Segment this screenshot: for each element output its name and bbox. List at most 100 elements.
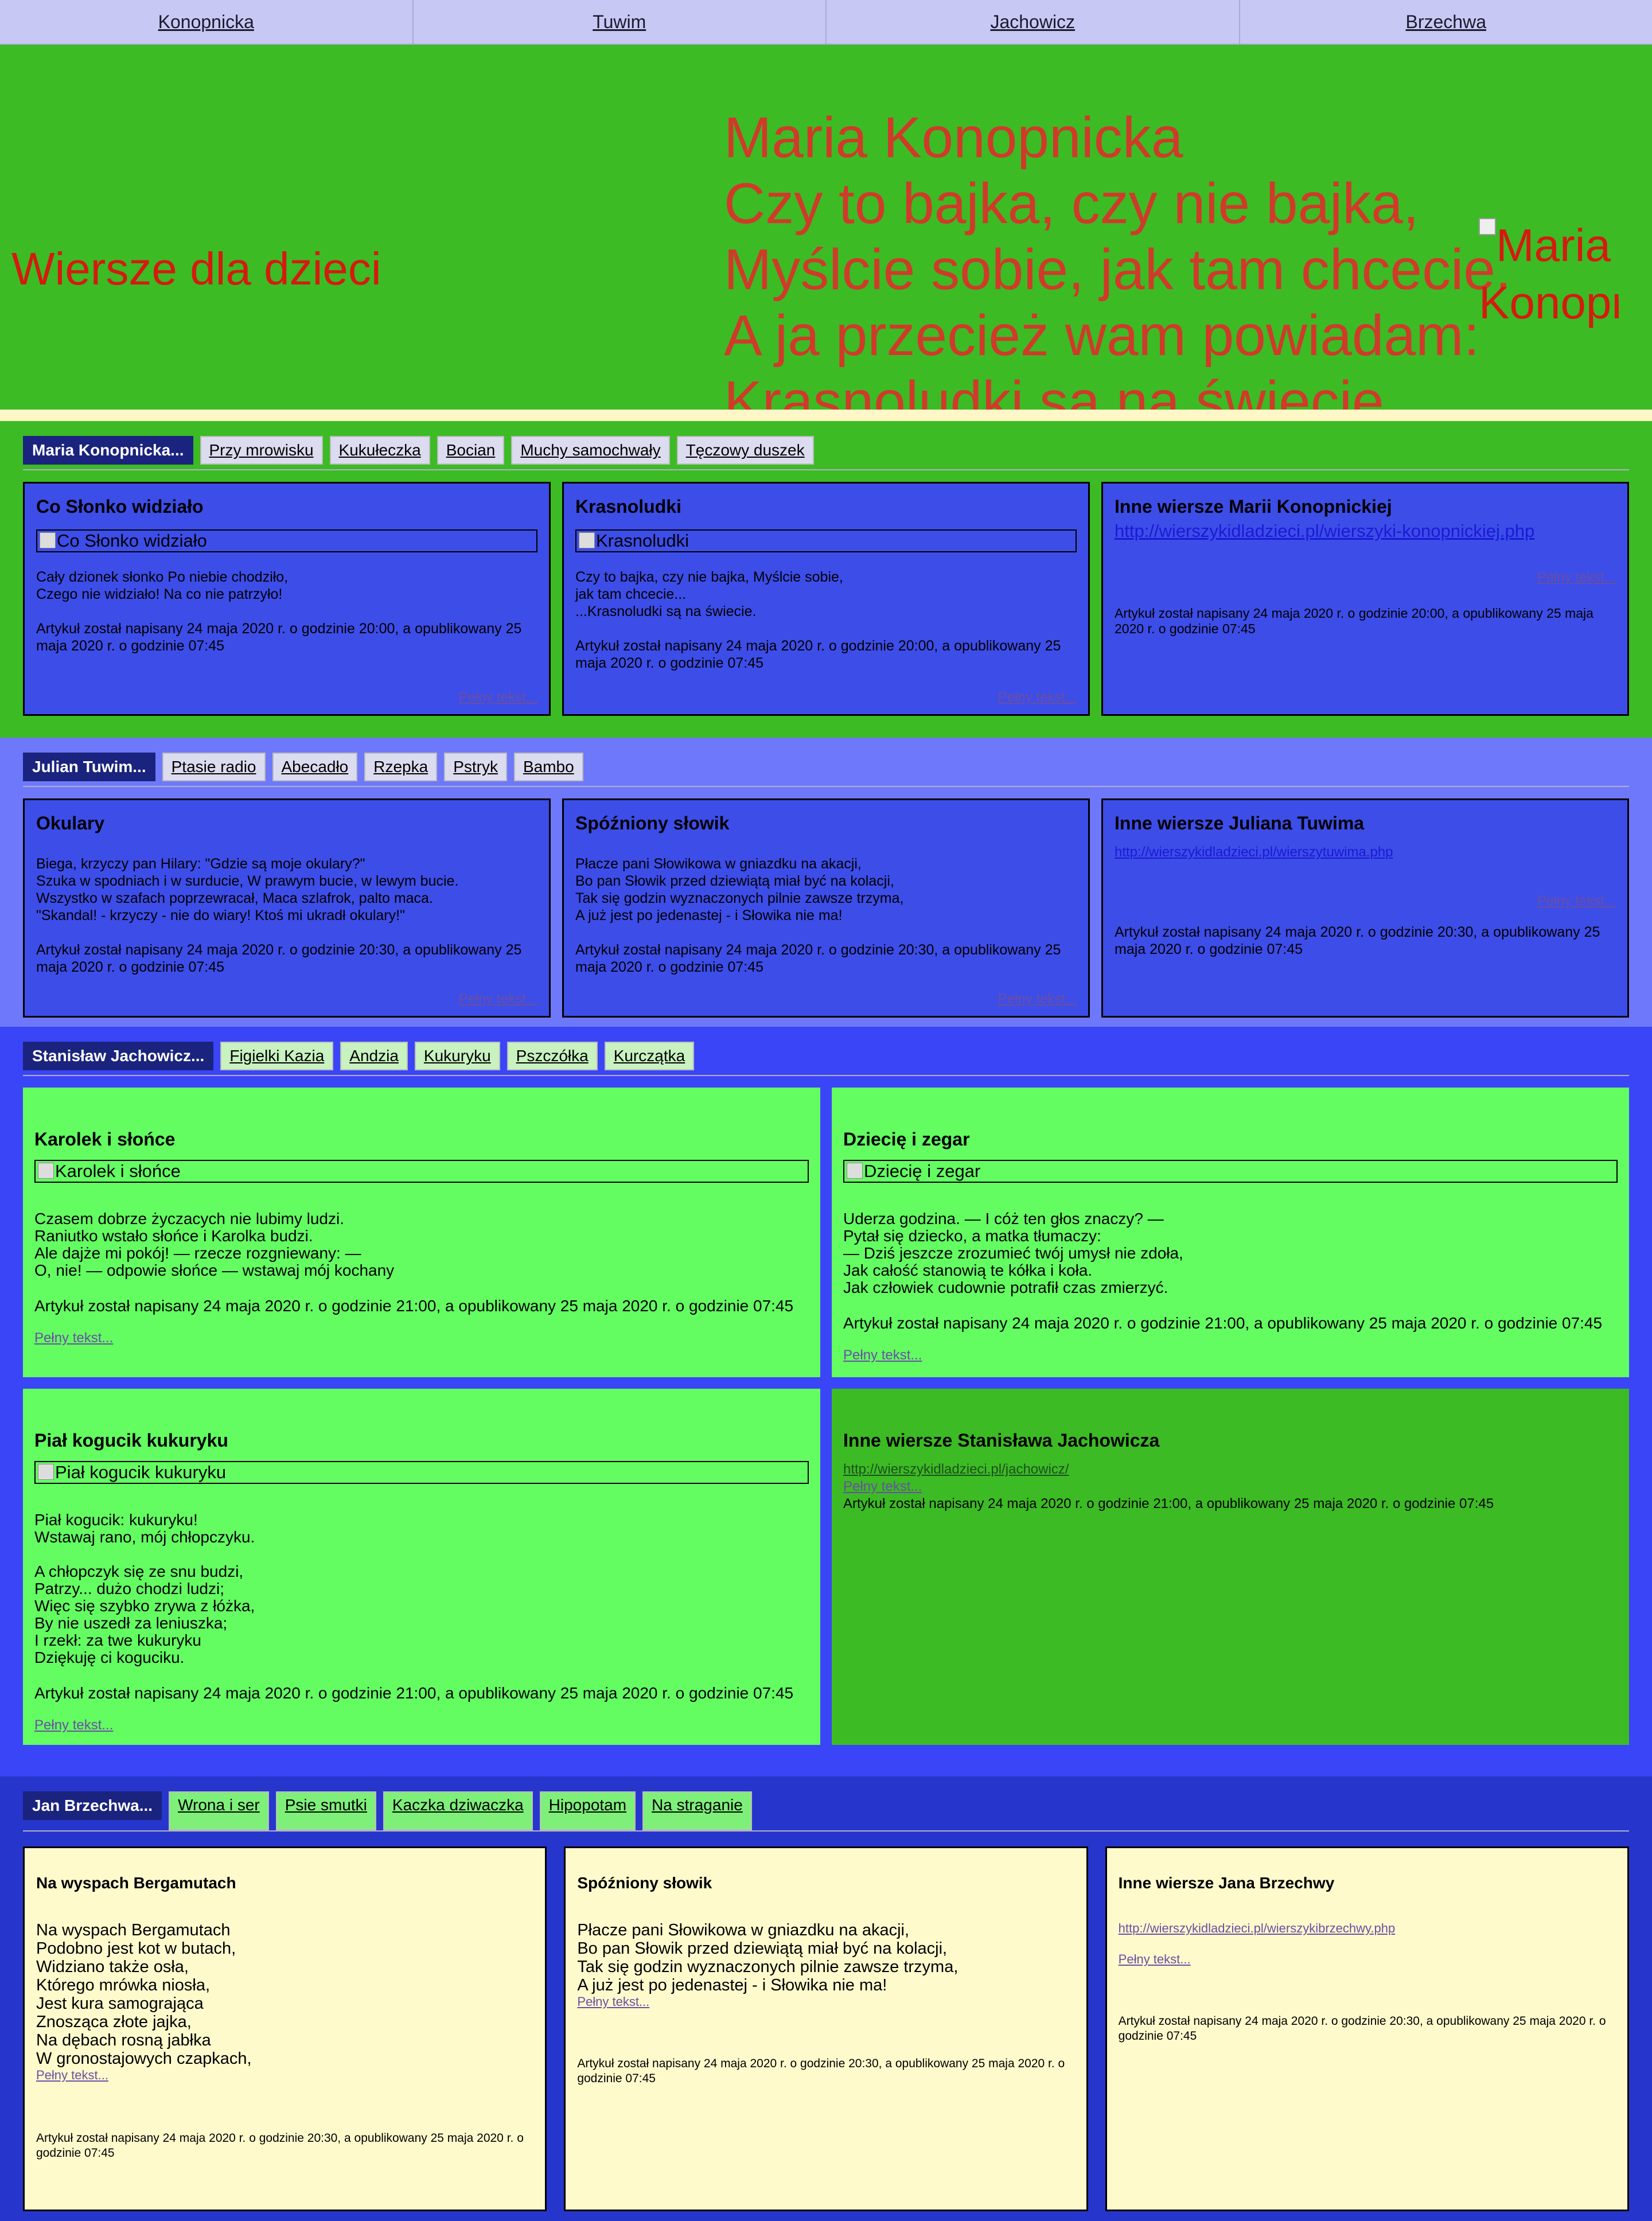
nav-brzechwa[interactable]: Brzechwa [1240,0,1652,44]
site-title: Wiersze dla dzieci [11,243,381,295]
publish-meta: Artykuł został napisany 24 maja 2020 r. … [36,2131,533,2161]
quote-line: Myślcie sobie, jak tam chcecie. [724,237,1511,303]
verse-line: Czego nie widziało! Na co nie patrzyło! [36,586,537,603]
poem-tab[interactable]: Na straganie [642,1791,752,1830]
poem-tab[interactable]: Abecadło [272,753,358,781]
poem-tab[interactable]: Pstryk [444,753,507,781]
poem-tab[interactable]: Kukuryku [415,1042,500,1070]
card-row: Co Słonko widziało Co Słonko widziało Ca… [23,482,1629,716]
broken-image-icon [847,1163,863,1179]
full-text-link[interactable]: Pełny tekst... [1537,893,1616,909]
other-poems-link[interactable]: http://wierszykidladzieci.pl/wierszykibr… [1119,1921,1616,1936]
other-poems-link[interactable]: http://wierszykidladzieci.pl/wierszyki-k… [1115,523,1616,540]
full-text-link[interactable]: Pełny tekst... [1119,1952,1616,1967]
poem-card: Na wyspach Bergamutach Na wyspach Bergam… [23,1846,547,2211]
full-text-link[interactable]: Pełny tekst... [459,991,537,1008]
publish-meta: Artykuł został napisany 24 maja 2020 r. … [577,2056,1074,2086]
poem-tab[interactable]: Kurczątka [605,1042,695,1070]
poem-tab[interactable]: Kukułeczka [330,436,430,465]
quote-line: A ja przecież wam powiadam: [724,303,1511,369]
poem-tab[interactable]: Figielki Kazia [220,1042,333,1070]
poem-image: Dziecię i zegar [843,1160,1618,1183]
quote-line: Krasnoludki są na świecie... [724,369,1511,410]
full-text-link[interactable]: Pełny tekst... [34,1330,809,1347]
poem-tab[interactable]: Rzepka [364,753,437,781]
poem-excerpt: Piał kogucik: kukuryku! Wstawaj rano, mó… [34,1511,809,1546]
poem-tab[interactable]: Bambo [514,753,583,781]
nav-konopnicka[interactable]: Konopnicka [0,0,414,44]
card-row: Na wyspach Bergamutach Na wyspach Bergam… [23,1846,1629,2211]
poem-tab[interactable]: Przy mrowisku [200,436,323,465]
section-konopnicka: Maria Konopnicka... Przy mrowisku Kukułe… [0,421,1652,738]
poem-tab[interactable]: Pszczółka [507,1042,598,1070]
poem-tab[interactable]: Kaczka dziwaczka [383,1791,533,1830]
divider [23,469,1629,470]
publish-meta: Artykuł został napisany 24 maja 2020 r. … [1115,924,1616,958]
author-label[interactable]: Stanisław Jachowicz... [23,1042,213,1070]
verse-line: — Dziś jeszcze zrozumieć twój umysł nie … [843,1245,1618,1262]
author-subnav: Maria Konopnicka... Przy mrowisku Kukułe… [23,436,1629,465]
poem-excerpt: Cały dzionek słonko Po niebie chodziło, … [36,568,537,603]
verse-line: Płacze pani Słowikowa w gniazdku na akac… [575,855,1077,872]
verse-line: Wszystko w szafach poprzewracał, Maca sz… [36,890,537,907]
other-poems-link[interactable]: http://wierszykidladzieci.pl/wierszytuwi… [1115,844,1616,861]
nav-tuwim[interactable]: Tuwim [414,0,827,44]
verse-line: "Skandal! - krzyczy - nie do wiary! Ktoś… [36,907,537,924]
poem-title: Krasnoludki [575,495,1077,518]
verse-line: A już jest po jedenastej - i Słowika nie… [575,907,1077,924]
verse-line: Pytał się dziecko, a matka tłumaczy: [843,1228,1618,1245]
full-text-link[interactable]: Pełny tekst... [36,2068,533,2083]
other-poems-link[interactable]: http://wierszykidladzieci.pl/jachowicz/ [843,1461,1618,1478]
poem-tab[interactable]: Ptasie radio [162,753,266,781]
author-label[interactable]: Julian Tuwim... [23,753,155,781]
poem-image: Piał kogucik kukuryku [34,1461,809,1484]
poem-tab[interactable]: Psie smutki [276,1791,376,1830]
poem-tab[interactable]: Bocian [437,436,505,465]
poem-tab[interactable]: Tęczowy duszek [677,436,814,465]
broken-image-icon [1479,218,1496,235]
publish-meta: Artykuł został napisany 24 maja 2020 r. … [36,620,537,654]
quote-line: Czy to bajka, czy nie bajka, [724,171,1511,237]
verse-line: Bo pan Słowik przed dziewiątą miał być n… [577,1939,1074,1958]
full-text-link[interactable]: Pełny tekst... [998,689,1077,706]
poem-title: Dziecię i zegar [843,1128,1618,1151]
other-poems-card: Inne wiersze Stanisława Jachowicza http:… [832,1389,1629,1745]
full-text-link[interactable]: Pełny tekst... [843,1347,1618,1364]
poem-tab[interactable]: Hipopotam [540,1791,636,1830]
poem-tab[interactable]: Andzia [340,1042,408,1070]
full-text-link[interactable]: Pełny tekst... [1537,570,1616,585]
poem-title: Piał kogucik kukuryku [34,1429,809,1452]
poem-excerpt: Uderza godzina. — I cóż ten głos znaczy?… [843,1210,1618,1296]
verse-line: Piał kogucik: kukuryku! [34,1511,809,1529]
image-alt: Co Słonko widziało [57,531,207,551]
header-quote: Maria Konopnicka Czy to bajka, czy nie b… [724,105,1511,410]
poem-tab[interactable]: Wrona i ser [169,1791,269,1830]
publish-meta: Artykuł został napisany 24 maja 2020 r. … [1115,606,1616,637]
author-subnav: Julian Tuwim... Ptasie radio Abecadło Rz… [23,753,1629,781]
verse-line: By nie uszedł za leniuszka; [34,1615,809,1632]
verse-line: Cały dzionek słonko Po niebie chodziło, [36,568,537,586]
author-label[interactable]: Maria Konopnicka... [23,436,193,465]
verse-line: W gronostajowych czapkach, [36,2049,533,2068]
publish-meta: Artykuł został napisany 24 maja 2020 r. … [1119,2014,1616,2044]
author-label[interactable]: Jan Brzechwa... [23,1791,162,1820]
image-alt: Piał kogucik kukuryku [55,1462,226,1482]
poem-card: Piał kogucik kukuryku Piał kogucik kukur… [23,1389,820,1745]
poem-card: Karolek i słońce Karolek i słońce Czasem… [23,1088,820,1377]
poem-excerpt: Czy to bajka, czy nie bajka, Myślcie sob… [575,568,1077,620]
nav-jachowicz[interactable]: Jachowicz [827,0,1240,44]
verse-line: Czy to bajka, czy nie bajka, Myślcie sob… [575,568,1077,586]
full-text-link[interactable]: Pełny tekst... [34,1717,809,1734]
verse-line: Uderza godzina. — I cóż ten głos znaczy?… [843,1210,1618,1228]
verse-line: Czasem dobrze życzacych nie lubimy ludzi… [34,1210,809,1228]
poem-tab[interactable]: Muchy samochwały [511,436,669,465]
verse-line: Dziękuję ci koguciku. [34,1649,809,1666]
full-text-link[interactable]: Pełny tekst... [577,1994,1074,2009]
verse-line: A chłopczyk się ze snu budzi, [34,1563,809,1580]
full-text-link[interactable]: Pełny tekst... [843,1478,1618,1495]
verse-line: Więc się szybko zrywa z łóżka, [34,1597,809,1615]
top-nav: Konopnicka Tuwim Jachowicz Brzechwa [0,0,1652,45]
broken-image-icon [38,1163,54,1179]
full-text-link[interactable]: Pełny tekst... [998,991,1077,1008]
full-text-link[interactable]: Pełny tekst... [459,689,537,706]
